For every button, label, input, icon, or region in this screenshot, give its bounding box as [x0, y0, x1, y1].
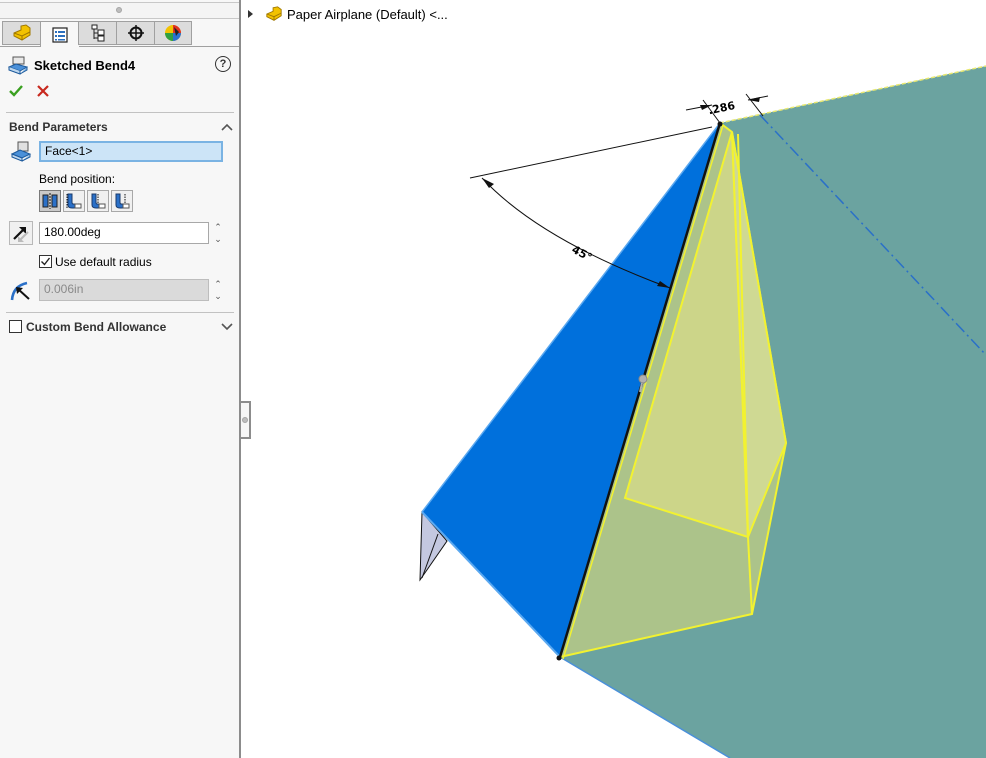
- material-inside-button[interactable]: [63, 190, 85, 212]
- property-manager-panel: Sketched Bend4 ? Bend Parameters Face<1>…: [0, 0, 241, 758]
- bend-outside-button[interactable]: [111, 190, 133, 212]
- crosshair-icon: [127, 25, 144, 41]
- dimxpertmanager-tab[interactable]: [116, 21, 154, 45]
- feature-tree-root-label: Paper Airplane (Default) <...: [287, 6, 448, 22]
- chevron-down-icon[interactable]: [220, 321, 234, 331]
- angle-dimension-label[interactable]: 45°: [570, 243, 594, 264]
- sketched-bend-icon: [8, 56, 28, 75]
- spin-up-icon[interactable]: ⌃: [214, 222, 222, 232]
- spin-down-icon: ⌄: [214, 291, 222, 301]
- tab-divider: [0, 46, 239, 47]
- expand-arrow-icon[interactable]: [248, 10, 253, 18]
- ok-button[interactable]: [8, 83, 24, 99]
- sketch-endpoint[interactable]: [556, 655, 562, 661]
- propertymanager-tab[interactable]: [40, 21, 78, 47]
- bend-radius-input: 0.006in: [39, 279, 209, 301]
- featuremanager-tab[interactable]: [2, 21, 40, 45]
- appearance-sphere-icon: [165, 25, 181, 41]
- bend-parameters-title: Bend Parameters: [9, 120, 108, 134]
- configurationmanager-tab[interactable]: [78, 21, 116, 45]
- bend-position-options: [39, 190, 133, 212]
- help-icon: ?: [219, 58, 227, 70]
- material-inside-icon: [66, 193, 82, 209]
- manager-tabs: [2, 21, 192, 47]
- checkmark-icon: [9, 85, 23, 97]
- angle-extension-line: [469, 126, 713, 179]
- panel-resize-grip[interactable]: [0, 2, 239, 19]
- spin-up-icon: ⌃: [214, 279, 222, 289]
- bend-angle-input[interactable]: 180.00deg: [39, 222, 209, 244]
- bend-position-label: Bend position:: [39, 172, 116, 186]
- custom-bend-allowance-checkbox[interactable]: [9, 320, 22, 333]
- feature-tree-root[interactable]: Paper Airplane (Default) <...: [248, 4, 448, 24]
- graphics-viewport[interactable]: 45° .286: [243, 0, 986, 758]
- dimension-arrow-icon: [482, 178, 494, 188]
- part-icon: [266, 6, 282, 21]
- bend-radius-spinner: ⌃ ⌄: [212, 279, 224, 301]
- bend-angle-spinner[interactable]: ⌃ ⌄: [212, 222, 224, 244]
- width-dimension-label[interactable]: .286: [707, 99, 737, 117]
- property-list-icon: [51, 26, 68, 43]
- displaymanager-tab[interactable]: [154, 21, 192, 45]
- material-outside-button[interactable]: [87, 190, 109, 212]
- section-divider: [6, 312, 234, 313]
- chevron-up-icon[interactable]: [220, 122, 234, 132]
- grip-dot: [116, 7, 122, 13]
- use-default-radius-label: Use default radius: [55, 255, 152, 269]
- bend-radius-icon: [10, 281, 30, 301]
- spin-down-icon[interactable]: ⌄: [214, 234, 222, 244]
- bend-centerline-icon: [42, 193, 58, 209]
- section-divider: [6, 112, 234, 113]
- fixed-face-icon: [10, 141, 32, 162]
- feature-header: Sketched Bend4 ?: [8, 54, 233, 76]
- bend-outside-icon: [115, 193, 130, 209]
- fixed-face-selection-box[interactable]: Face<1>: [39, 141, 223, 162]
- part-icon: [13, 24, 30, 41]
- custom-bend-allowance-label: Custom Bend Allowance: [26, 320, 167, 334]
- close-icon: [37, 85, 49, 97]
- bend-angle-direction-icon: [13, 227, 29, 242]
- checkmark-icon: [41, 257, 51, 266]
- use-default-radius-checkbox[interactable]: [39, 255, 52, 268]
- feature-title: Sketched Bend4: [34, 57, 136, 73]
- configuration-tree-icon: [91, 24, 104, 42]
- material-outside-icon: [91, 193, 106, 209]
- reverse-direction-button[interactable]: [9, 221, 33, 245]
- cancel-button[interactable]: [35, 83, 51, 99]
- bend-centerline-button[interactable]: [39, 190, 61, 212]
- help-button[interactable]: ?: [215, 56, 231, 72]
